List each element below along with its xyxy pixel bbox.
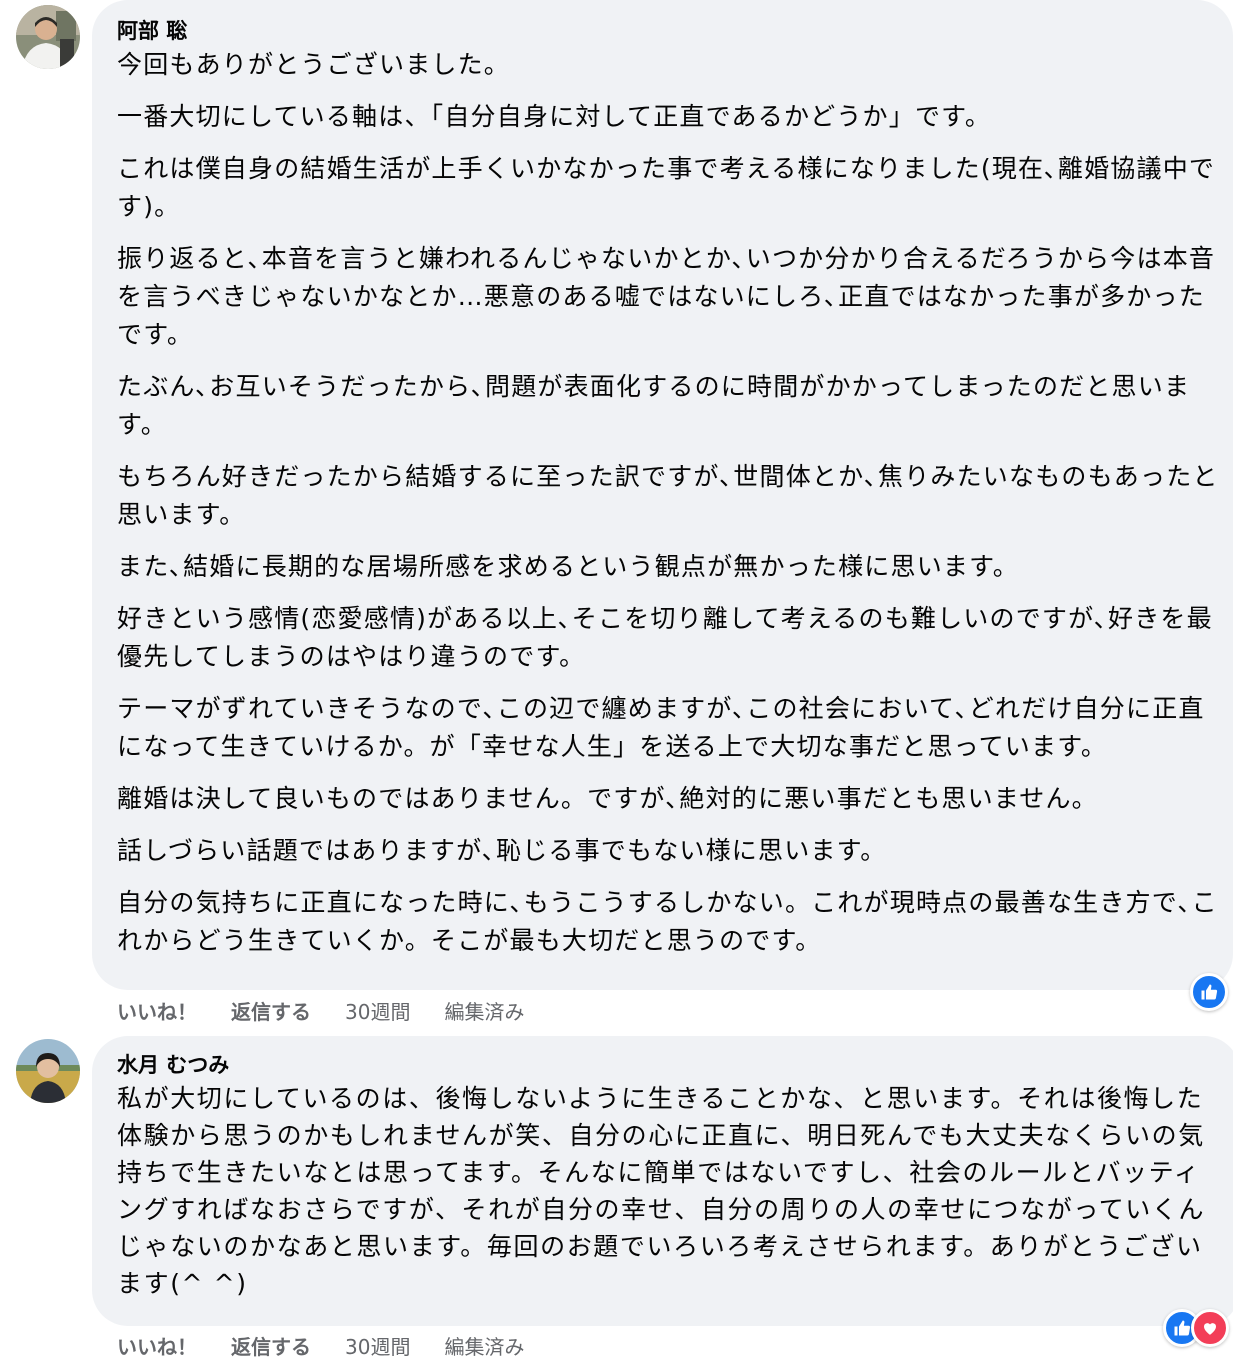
comment-paragraph: 話しづらい話題ではありますが､恥じる事でもない様に思います。 (117, 836, 887, 865)
like-button[interactable]: いいね！ (117, 996, 197, 1025)
comment-paragraph: たぶん､お互いそうだったから､問題が表面化するのに時間がかかってしまったのだと思… (117, 372, 1191, 439)
comment-paragraph: また､結婚に長期的な居場所感を求めるという観点が無かった様に思います。 (117, 552, 1020, 581)
reaction-summary[interactable] (1190, 973, 1228, 1011)
reaction-summary[interactable] (1163, 1309, 1229, 1347)
comment-paragraph: 離婚は決して良いものではありません。ですが､絶対的に悪い事だとも思いません。 (117, 784, 1098, 813)
avatar[interactable] (16, 1039, 80, 1103)
heart-icon (1191, 1309, 1229, 1347)
reply-button[interactable]: 返信する (231, 1331, 311, 1360)
comment-paragraph: 私が大切にしているのは、後悔しないように生きることかな、と思います。それは後悔し… (117, 1084, 1206, 1298)
comment-author[interactable]: 水月 むつみ (117, 1050, 1233, 1080)
comment-actions: いいね！ 返信する 30週間 編集済み (117, 1331, 558, 1360)
comment-author[interactable]: 阿部 聡 (117, 16, 1233, 46)
comment-paragraph: テーマがずれていきそうなので､この辺で纏めますが､この社会において､どれだけ自分… (117, 694, 1205, 761)
comment-paragraph: 振り返ると､本音を言うと嫌われるんじゃないかとか､いつか分かり合えるだろうから今… (117, 244, 1216, 349)
comment-bubble: 阿部 聡 今回もありがとうございました。 一番大切にしている軸は、「自分自身に対… (92, 0, 1233, 990)
comment-paragraph: もちろん好きだったから結婚するに至った訳ですが､世間体とか､焦りみたいなものもあ… (117, 462, 1219, 529)
like-icon (1190, 973, 1228, 1011)
comment-timestamp[interactable]: 30週間 (345, 1331, 410, 1360)
edited-label[interactable]: 編集済み (444, 996, 524, 1025)
comment-bubble: 水月 むつみ 私が大切にしているのは、後悔しないように生きることかな、と思います… (92, 1036, 1233, 1326)
comment-paragraph: 一番大切にしている軸は、「自分自身に対して正直であるかどうか」です。 (117, 102, 992, 131)
comment-paragraph: これは僕自身の結婚生活が上手くいかなかった事で考える様になりました(現在､離婚協… (117, 154, 1216, 221)
like-button[interactable]: いいね！ (117, 1331, 197, 1360)
avatar-photo-icon (16, 1039, 80, 1103)
avatar-photo-icon (16, 5, 80, 69)
comment-paragraph: 好きという感情(恋愛感情)がある以上､そこを切り離して考えるのも難しいのですが､… (117, 604, 1213, 671)
comment-actions: いいね！ 返信する 30週間 編集済み (117, 996, 558, 1025)
avatar[interactable] (16, 5, 80, 69)
comment-timestamp[interactable]: 30週間 (345, 996, 410, 1025)
comment-paragraph: 自分の気持ちに正直になった時に､もうこうするしかない。これが現時点の最善な生き方… (117, 888, 1218, 955)
edited-label[interactable]: 編集済み (444, 1331, 524, 1360)
comment-paragraph: 今回もありがとうございました。 (117, 50, 511, 79)
reply-button[interactable]: 返信する (231, 996, 311, 1025)
